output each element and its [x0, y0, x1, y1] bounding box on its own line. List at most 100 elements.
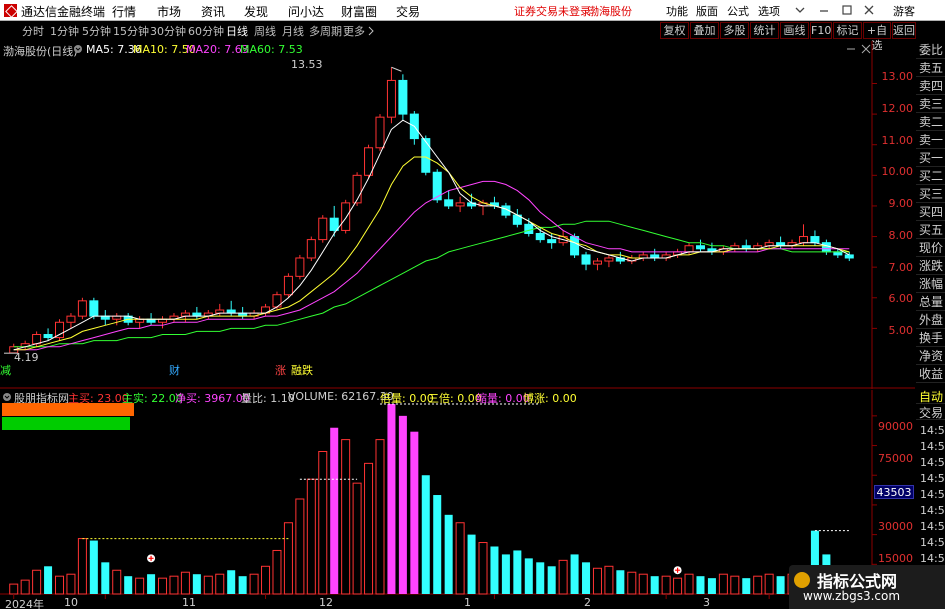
volume-bar	[433, 495, 442, 594]
candle-body	[798, 236, 808, 244]
dropdown-icon[interactable]	[793, 3, 807, 17]
high-price-label: 13.53	[291, 58, 323, 71]
tf-5min[interactable]: 5分钟	[82, 23, 111, 39]
menu-layout[interactable]: 版面	[696, 3, 718, 19]
btn-add-watchlist[interactable]: +自选	[863, 22, 891, 52]
side-tab-13[interactable]: 涨幅	[916, 275, 945, 293]
menu-wealth[interactable]: 财富圈	[341, 3, 377, 20]
candle-body	[386, 79, 396, 118]
volume-chart[interactable]	[0, 390, 915, 609]
side-tab-6[interactable]: 买一	[916, 149, 945, 167]
guest-login[interactable]: 游客	[893, 3, 915, 19]
volume-bar	[558, 559, 568, 595]
marker-reduce[interactable]: 减	[0, 362, 11, 378]
side-tab-16[interactable]: 换手	[916, 329, 945, 347]
candle-body	[375, 116, 385, 149]
marker-rise[interactable]: 涨	[275, 362, 286, 378]
side-tab-8[interactable]: 买三	[916, 185, 945, 203]
side-tab-18[interactable]: 收益	[916, 365, 945, 383]
tf-weekly[interactable]: 周线	[254, 23, 276, 39]
side-tab-4[interactable]: 卖二	[916, 113, 945, 131]
close-icon[interactable]	[862, 3, 876, 17]
price-chart-panel[interactable]: 渤海股份(日线) MA5: 7.36 MA10: 7.50 MA20: 7.63…	[0, 41, 915, 389]
menu-discover[interactable]: 发现	[244, 3, 268, 20]
maximize-icon[interactable]	[840, 3, 854, 17]
vol-axis-15000: 15000	[878, 552, 913, 565]
side-tab-9[interactable]: 买四	[916, 203, 945, 221]
side-tab-5[interactable]: 卖一	[916, 131, 945, 149]
ind-triple: 三倍: 0.00	[428, 392, 482, 405]
settings-icon[interactable]	[73, 44, 83, 54]
btn-f10[interactable]: F10	[810, 22, 832, 39]
side-tab-15[interactable]: 外盘	[916, 311, 945, 329]
candle-body	[547, 239, 557, 244]
minimize-icon[interactable]	[817, 3, 831, 17]
side-tab-1[interactable]: 卖五	[916, 59, 945, 77]
btn-back[interactable]: 返回	[892, 22, 916, 39]
btn-draw[interactable]: 画线	[780, 22, 809, 39]
sell-strength-bar	[2, 417, 130, 430]
tf-60min[interactable]: 60分钟	[188, 23, 224, 39]
menu-options[interactable]: 选项	[758, 3, 780, 19]
candle-body	[43, 334, 53, 339]
tf-multi[interactable]: 多周期	[309, 23, 342, 39]
tf-intraday[interactable]: 分时	[22, 23, 44, 39]
side-tab2-1[interactable]: 交易	[916, 404, 945, 420]
marker-margin-fall[interactable]: 融跌	[291, 362, 313, 378]
volume-bar	[661, 575, 671, 595]
tf-1min[interactable]: 1分钟	[50, 23, 79, 39]
side-tab-14[interactable]: 总量	[916, 293, 945, 311]
menu-formula[interactable]: 公式	[727, 3, 749, 19]
candle-body	[535, 232, 545, 241]
volume-bar	[410, 431, 419, 594]
marker-finance[interactable]: 财	[169, 362, 180, 378]
indicator-panel[interactable]: 股朋指标网 主买: 23.00 主实: 22.00 净买: 3967.00 量比…	[0, 390, 915, 609]
login-notice[interactable]: 证券交易未登录	[514, 3, 591, 19]
tf-daily[interactable]: 日线	[226, 23, 248, 39]
indicator-settings-icon[interactable]	[2, 392, 12, 402]
menu-quotes[interactable]: 行情	[112, 3, 136, 20]
menu-function[interactable]: 功能	[666, 3, 688, 19]
menu-ask[interactable]: 问小达	[288, 3, 324, 20]
tf-15min[interactable]: 15分钟	[113, 23, 149, 39]
tf-more[interactable]: 更多	[343, 23, 365, 39]
menu-market[interactable]: 市场	[157, 3, 181, 20]
title-bar: 通达信金融终端 行情 市场 资讯 发现 问小达 财富圈 交易 证券交易未登录 渤…	[0, 0, 945, 21]
candle-body	[524, 223, 534, 234]
volume-bar	[742, 578, 751, 594]
volume-bar	[330, 427, 339, 594]
side-tab-3[interactable]: 卖三	[916, 95, 945, 113]
side-tab-2[interactable]: 卖四	[916, 77, 945, 95]
side-tab-17[interactable]: 净资	[916, 347, 945, 365]
side-tab-7[interactable]: 买二	[916, 167, 945, 185]
btn-overlay[interactable]: 叠加	[690, 22, 719, 39]
side-tab-10[interactable]: 买五	[916, 221, 945, 239]
close-pane-icon[interactable]	[861, 44, 871, 54]
side-tab-0[interactable]: 委比	[916, 41, 945, 59]
candle-body	[306, 239, 316, 259]
volume-bar	[272, 549, 282, 595]
side-tab-12[interactable]: 涨跌	[916, 257, 945, 275]
candle-body	[455, 202, 465, 207]
candle-body	[341, 202, 351, 231]
watermark-url: www.zbgs3.com	[803, 589, 901, 603]
axis-8: 8.00	[888, 229, 914, 242]
watermark-logo-icon	[794, 572, 810, 588]
chevron-right-icon[interactable]	[367, 26, 375, 36]
btn-mark[interactable]: 标记	[833, 22, 862, 39]
candlestick-chart[interactable]	[0, 41, 915, 389]
minimize-pane-icon[interactable]	[846, 44, 856, 54]
side-tab2-0[interactable]: 自动	[916, 388, 945, 404]
side-tab-11[interactable]: 现价	[916, 239, 945, 257]
candle-body	[684, 245, 694, 253]
tf-monthly[interactable]: 月线	[282, 23, 304, 39]
menu-trade[interactable]: 交易	[396, 3, 420, 20]
tf-30min[interactable]: 30分钟	[150, 23, 186, 39]
menu-news[interactable]: 资讯	[201, 3, 225, 20]
btn-stats[interactable]: 统计	[750, 22, 779, 39]
date-label-oct: 10	[64, 596, 78, 609]
current-stock[interactable]: 渤海股份	[588, 3, 632, 19]
btn-multi-stock[interactable]: 多股	[720, 22, 749, 39]
btn-adjust[interactable]: 复权	[660, 22, 689, 39]
quote-side-panel: 委比 卖五 卖四 卖三 卖二 卖一 买一 买二 买三 买四 买五 现价 涨跌 涨幅 总量 外盘 换手 净资 收益	[916, 41, 945, 386]
